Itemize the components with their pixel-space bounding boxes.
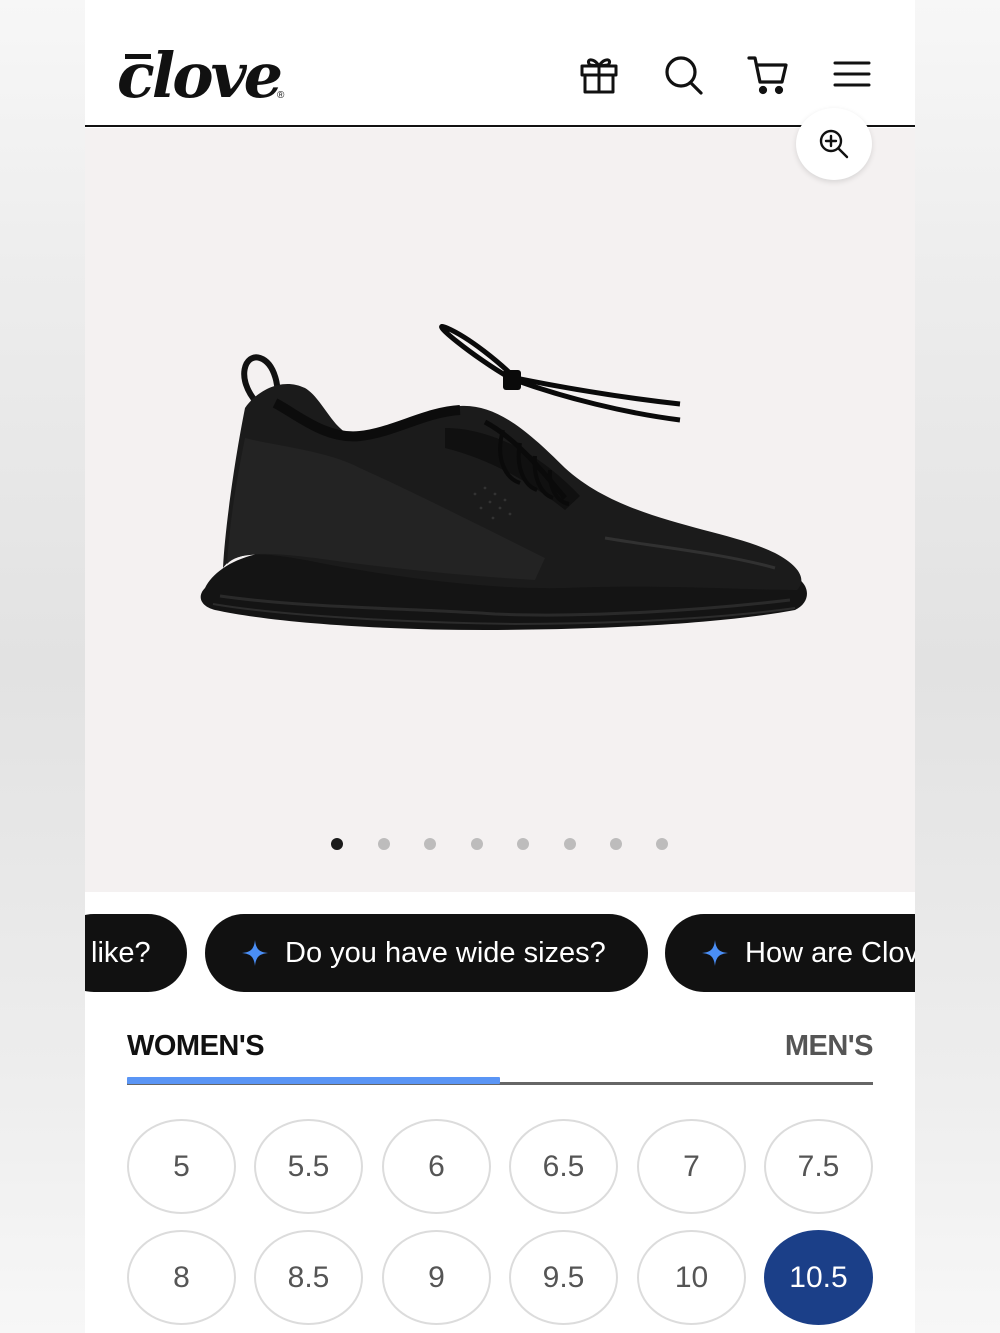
carousel-dot[interactable] (610, 838, 622, 850)
carousel-dots (85, 835, 915, 851)
size-option[interactable]: 6 (382, 1119, 491, 1214)
tab-mens[interactable]: MEN'S (785, 1030, 874, 1063)
product-image-gallery[interactable] (85, 108, 915, 892)
size-option[interactable]: 8 (127, 1230, 236, 1325)
size-option[interactable]: 7 (637, 1119, 746, 1214)
cart-icon[interactable] (746, 52, 790, 96)
size-option[interactable]: 9 (382, 1230, 491, 1325)
carousel-dot[interactable] (564, 838, 576, 850)
carousel-dot[interactable] (331, 838, 343, 850)
carousel-dot[interactable] (378, 838, 390, 850)
size-option[interactable]: 9.5 (509, 1230, 618, 1325)
size-selector: 5 5.5 6 6.5 7 7.5 8 8.5 9 9.5 10 10.5 (127, 1119, 873, 1333)
carousel-dot[interactable] (517, 838, 529, 850)
gift-icon[interactable] (577, 52, 621, 96)
search-icon[interactable] (662, 52, 706, 96)
sparkle-icon (242, 940, 268, 966)
carousel-dot[interactable] (656, 838, 668, 850)
size-option[interactable]: 10 (637, 1230, 746, 1325)
size-option[interactable]: 5.5 (254, 1119, 363, 1214)
size-option[interactable]: 6.5 (509, 1119, 618, 1214)
question-chips: like? Do you have wide sizes? How are Cl… (85, 914, 915, 992)
carousel-dot[interactable] (471, 838, 483, 850)
question-chip[interactable]: like? (85, 914, 187, 992)
zoom-button[interactable] (796, 108, 872, 180)
carousel-dot[interactable] (424, 838, 436, 850)
chip-label: How are Clov (745, 937, 915, 969)
logo-registered-mark: ® (277, 90, 285, 101)
question-chip[interactable]: How are Clov (665, 914, 915, 992)
active-tab-indicator (127, 1077, 500, 1084)
sparkle-icon (702, 940, 728, 966)
clove-logo[interactable]: clove (117, 39, 283, 112)
size-gender-tabs: WOMEN'S MEN'S (127, 1030, 874, 1086)
size-option[interactable]: 10.5 (764, 1230, 873, 1325)
menu-icon[interactable] (830, 52, 874, 96)
chip-label: Do you have wide sizes? (285, 937, 606, 969)
size-option[interactable]: 5 (127, 1119, 236, 1214)
product-page: clove ® like? Do you have wide sizes? Ho… (85, 0, 915, 1333)
chip-label: like? (91, 937, 151, 969)
logo-text: clove (117, 39, 283, 112)
zoom-in-icon (819, 129, 849, 159)
size-option[interactable]: 8.5 (254, 1230, 363, 1325)
size-option[interactable]: 7.5 (764, 1119, 873, 1214)
question-chip-wide-sizes[interactable]: Do you have wide sizes? (205, 914, 648, 992)
tab-womens[interactable]: WOMEN'S (127, 1030, 265, 1063)
site-header: clove ® (85, 0, 915, 127)
logo-macron (125, 54, 151, 59)
product-shoe-image (200, 324, 807, 630)
